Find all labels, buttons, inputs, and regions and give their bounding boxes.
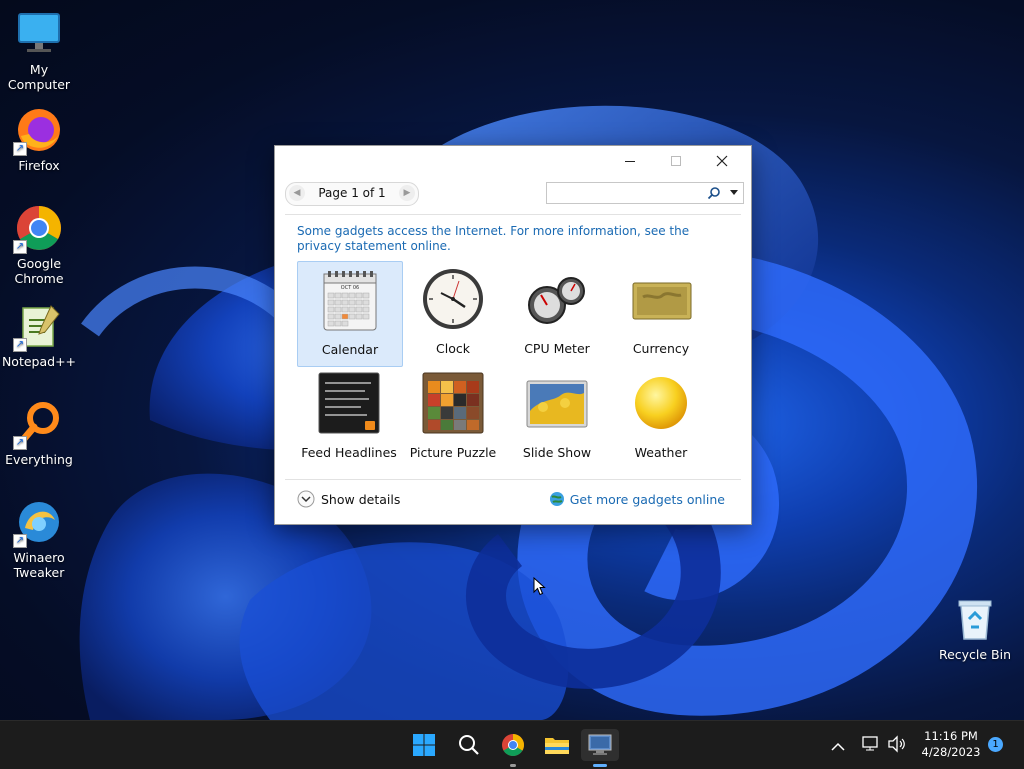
desktop-icon-label: Google Chrome [14, 256, 64, 286]
gadgets-window: ◀ Page 1 of 1 ▶ Some gadgets access the … [274, 145, 752, 525]
minimize-icon [625, 161, 635, 162]
gadget-search-box[interactable] [546, 182, 744, 204]
gadget-currency[interactable]: Currency [609, 261, 713, 365]
next-page-button[interactable]: ▶ [399, 185, 415, 201]
notepad-plus-plus-icon: ↗ [13, 302, 63, 352]
gadget-label: Calendar [321, 342, 379, 357]
maximize-icon [671, 156, 681, 166]
taskbar: 11:16 PM 4/28/2023 1 [0, 720, 1024, 769]
desktop-icon-label: Everything [5, 452, 73, 467]
gadget-weather[interactable]: Weather [609, 365, 713, 469]
shortcut-arrow-icon: ↗ [13, 240, 27, 254]
desktop-icon-my-computer[interactable]: My Computer [1, 10, 77, 92]
calendar-icon: OCT 06 [323, 271, 377, 331]
search-icon[interactable] [707, 186, 721, 200]
search-button[interactable] [450, 729, 488, 761]
recycle-bin-icon [951, 595, 999, 643]
maximize-button[interactable] [653, 146, 699, 176]
minimize-button[interactable] [607, 146, 653, 176]
chevron-down-icon [297, 490, 315, 508]
slide-show-icon [526, 380, 588, 428]
active-indicator [593, 764, 607, 767]
get-more-gadgets-link[interactable]: Get more gadgets online [549, 489, 725, 509]
page-navigator: ◀ Page 1 of 1 ▶ [285, 182, 419, 206]
chrome-icon [502, 734, 524, 756]
feed-headlines-icon [318, 372, 380, 434]
shortcut-arrow-icon: ↗ [13, 436, 27, 450]
privacy-info-link[interactable]: Some gadgets access the Internet. For mo… [297, 224, 717, 254]
desktop-icon-everything[interactable]: ↗ Everything [1, 400, 77, 467]
shortcut-arrow-icon: ↗ [13, 534, 27, 548]
chevron-down-icon[interactable] [730, 190, 738, 196]
desktop-icon-label: Firefox [18, 158, 60, 173]
mouse-cursor-icon [533, 577, 546, 596]
winaero-tweaker-icon: ↗ [13, 498, 63, 548]
taskbar-date: 4/28/2023 [921, 745, 981, 759]
get-more-gadgets-label: Get more gadgets online [569, 491, 725, 507]
gadget-label: Weather [634, 445, 688, 460]
globe-icon [549, 492, 564, 506]
firefox-icon: ↗ [13, 106, 63, 156]
divider [285, 214, 741, 215]
close-icon [716, 155, 728, 167]
volume-button[interactable] [887, 735, 907, 757]
show-hidden-icons-button[interactable] [831, 737, 849, 753]
gadget-label: Picture Puzzle [409, 445, 497, 460]
network-icon [862, 736, 878, 751]
clock-button[interactable]: 11:16 PM 4/28/2023 [915, 727, 987, 763]
windows-logo-icon [413, 734, 435, 756]
chevron-up-icon [831, 742, 845, 751]
everything-search-icon: ↗ [13, 400, 63, 450]
gadget-slide-show[interactable]: Slide Show [505, 365, 609, 469]
taskbar-chrome-button[interactable] [494, 729, 532, 767]
volume-icon [888, 735, 905, 753]
gadget-feed-headlines[interactable]: Feed Headlines [297, 365, 401, 469]
notification-badge[interactable]: 1 [988, 737, 1003, 752]
start-button[interactable] [405, 729, 443, 761]
search-icon [459, 735, 479, 755]
desktop-icon-recycle-bin[interactable]: Recycle Bin [937, 595, 1013, 662]
gadgets-taskbar-button[interactable] [581, 729, 619, 767]
desktop-icon-winaero-tweaker[interactable]: ↗ Winaero Tweaker [1, 498, 77, 580]
calendar-month-label: OCT 06 [341, 285, 359, 291]
desktop-icon-label: Notepad++ [1, 354, 77, 369]
close-button[interactable] [699, 146, 745, 176]
desktop-icon-label: My Computer [7, 62, 71, 92]
gadget-label: Slide Show [522, 445, 592, 460]
chrome-icon: ↗ [13, 204, 63, 254]
gadget-picture-puzzle[interactable]: Picture Puzzle [401, 365, 505, 469]
divider [285, 479, 741, 480]
gadget-cpu-meter[interactable]: CPU Meter [505, 261, 609, 365]
running-indicator [510, 764, 516, 767]
gadget-calendar[interactable]: OCT 06 Calendar [297, 261, 403, 367]
cpu-meter-icon [528, 277, 585, 324]
notification-count: 1 [992, 739, 999, 750]
gadget-label: CPU Meter [524, 341, 590, 356]
clock-icon [423, 269, 483, 329]
desktop-icon-label: Winaero Tweaker [13, 550, 65, 580]
shortcut-arrow-icon: ↗ [13, 142, 27, 156]
file-explorer-button[interactable] [538, 729, 576, 761]
gadget-clock[interactable]: Clock [401, 261, 505, 365]
weather-icon [635, 377, 687, 429]
desktop-icon-firefox[interactable]: ↗ Firefox [1, 106, 77, 173]
gadget-label: Currency [632, 341, 690, 356]
picture-puzzle-icon [422, 372, 484, 434]
show-details-button[interactable]: Show details [297, 489, 400, 509]
shortcut-arrow-icon: ↗ [13, 338, 27, 352]
currency-icon [632, 282, 692, 320]
desktop-icon-label: Recycle Bin [938, 647, 1012, 662]
desktop-icon-google-chrome[interactable]: ↗ Google Chrome [1, 204, 77, 286]
folder-icon [545, 738, 569, 754]
gadgets-icon [588, 734, 612, 755]
show-details-label: Show details [321, 491, 401, 507]
desktop-icon-notepad-plus-plus[interactable]: ↗ Notepad++ [1, 302, 77, 369]
monitor-icon [15, 10, 63, 58]
taskbar-time: 11:16 PM [924, 729, 978, 743]
gadget-label: Clock [436, 341, 470, 356]
network-button[interactable] [861, 735, 881, 757]
gadget-label: Feed Headlines [301, 445, 397, 460]
